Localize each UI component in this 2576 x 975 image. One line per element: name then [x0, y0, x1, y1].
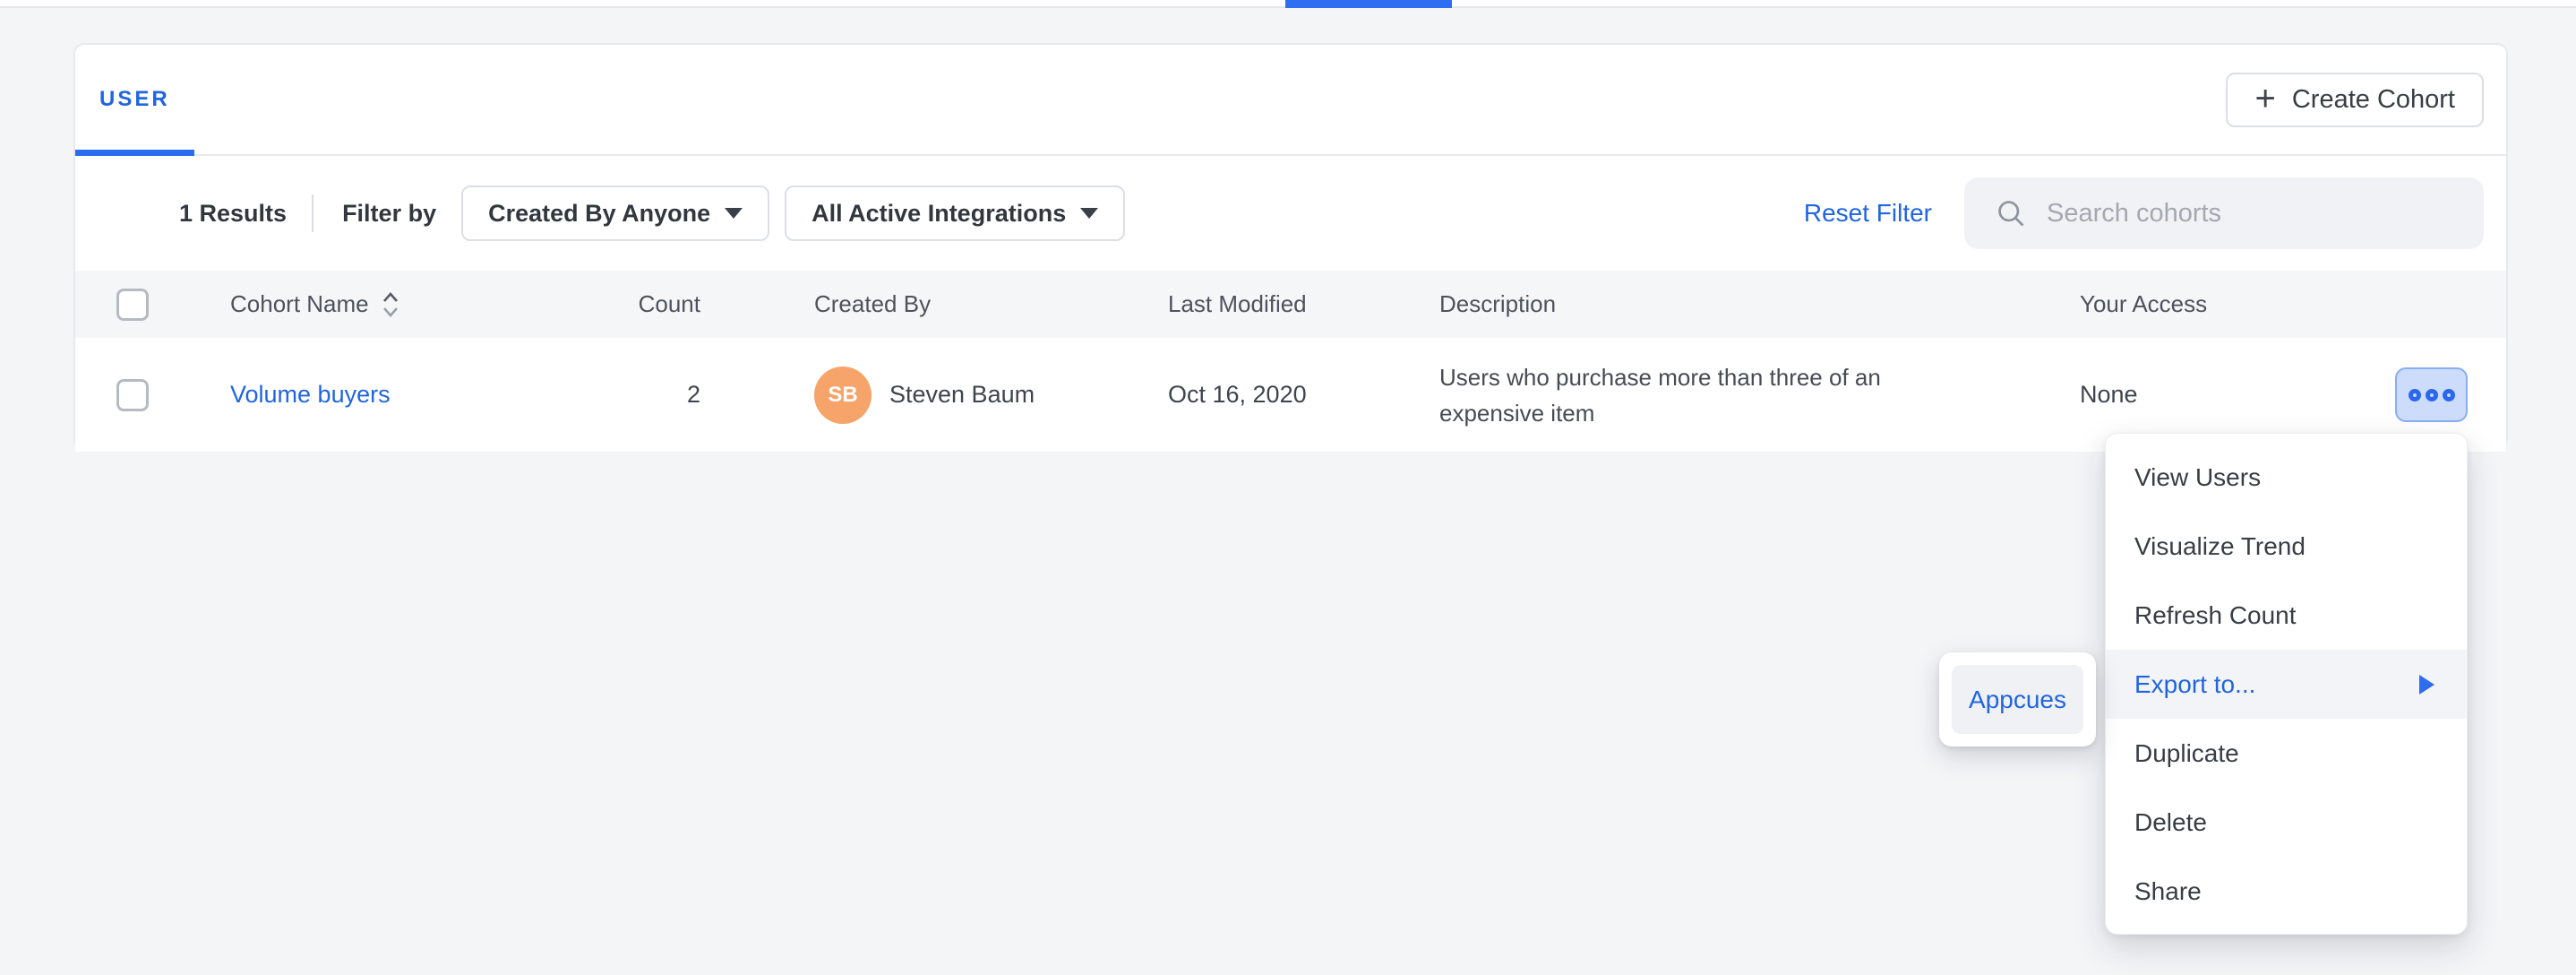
ellipsis-icon: [2409, 389, 2421, 401]
select-all-checkbox[interactable]: [116, 289, 149, 321]
tab-user[interactable]: USER: [75, 45, 194, 154]
created-by-dropdown[interactable]: Created By Anyone: [461, 186, 769, 241]
search-input[interactable]: [2047, 199, 2462, 229]
active-nav-tab-indicator: [1285, 0, 1452, 8]
tab-user-label: USER: [99, 87, 170, 112]
row-checkbox-cell: [75, 379, 199, 411]
search-icon: [1995, 197, 2027, 229]
header-checkbox-cell: [75, 289, 199, 321]
cohort-name-link[interactable]: Volume buyers: [230, 381, 391, 409]
arrow-right-icon: [2419, 675, 2434, 695]
menu-item-export-to[interactable]: Export to...: [2106, 650, 2467, 719]
menu-item-share[interactable]: Share: [2106, 857, 2467, 926]
header-cohort-name[interactable]: Cohort Name: [199, 290, 575, 319]
description-text: Users who purchase more than three of an…: [1439, 359, 1959, 431]
cohorts-card: USER + Create Cohort 1 Results Filter by…: [73, 43, 2508, 450]
reset-filter-link[interactable]: Reset Filter: [1804, 199, 1932, 228]
your-access-cell: None: [2053, 381, 2348, 409]
header-last-modified: Last Modified: [1157, 290, 1426, 318]
table-header-row: Cohort Name Count Created By Last Modifi…: [75, 271, 2506, 338]
cohort-name-cell: Volume buyers: [199, 381, 575, 409]
created-by-name: Steven Baum: [889, 381, 1035, 409]
create-cohort-label: Create Cohort: [2292, 85, 2455, 115]
header-created-by: Created By: [700, 290, 1157, 318]
last-modified-cell: Oct 16, 2020: [1157, 381, 1426, 409]
results-count: 1 Results: [179, 200, 287, 228]
integrations-dropdown[interactable]: All Active Integrations: [785, 186, 1125, 241]
plus-icon: +: [2254, 81, 2275, 116]
row-context-menu: View Users Visualize Trend Refresh Count…: [2105, 433, 2468, 935]
integrations-dropdown-label: All Active Integrations: [811, 200, 1066, 228]
avatar: SB: [814, 367, 872, 424]
menu-item-delete[interactable]: Delete: [2106, 788, 2467, 857]
row-actions-cell: [2348, 367, 2510, 422]
description-cell: Users who purchase more than three of an…: [1426, 359, 2053, 431]
filter-bar: 1 Results Filter by Created By Anyone Al…: [75, 156, 2506, 271]
caret-down-icon: [1080, 208, 1098, 219]
row-checkbox[interactable]: [116, 379, 149, 411]
top-nav-bottom-strip: [0, 0, 2576, 8]
tab-active-underline: [75, 150, 194, 156]
menu-item-duplicate[interactable]: Duplicate: [2106, 719, 2467, 788]
ellipsis-icon: [2443, 389, 2455, 401]
menu-item-view-users[interactable]: View Users: [2106, 443, 2467, 512]
header-description: Description: [1426, 290, 2053, 318]
filter-by-label: Filter by: [342, 200, 436, 228]
header-your-access: Your Access: [2053, 290, 2348, 318]
row-actions-button[interactable]: [2395, 367, 2468, 422]
menu-item-refresh-count[interactable]: Refresh Count: [2106, 581, 2467, 650]
submenu-item-appcues[interactable]: Appcues: [1952, 665, 2083, 734]
header-count: Count: [575, 290, 700, 318]
ellipsis-icon: [2426, 389, 2438, 401]
created-by-cell: SB Steven Baum: [700, 367, 1157, 424]
menu-item-visualize-trend[interactable]: Visualize Trend: [2106, 512, 2467, 581]
tab-bar: USER + Create Cohort: [75, 45, 2506, 156]
export-submenu: Appcues: [1939, 652, 2096, 746]
cohort-count-cell: 2: [575, 381, 700, 409]
caret-down-icon: [725, 208, 743, 219]
vertical-divider: [312, 194, 313, 232]
create-cohort-button[interactable]: + Create Cohort: [2226, 73, 2484, 127]
search-box[interactable]: [1964, 177, 2484, 249]
created-by-dropdown-label: Created By Anyone: [488, 200, 710, 228]
sort-icon[interactable]: [380, 290, 401, 319]
